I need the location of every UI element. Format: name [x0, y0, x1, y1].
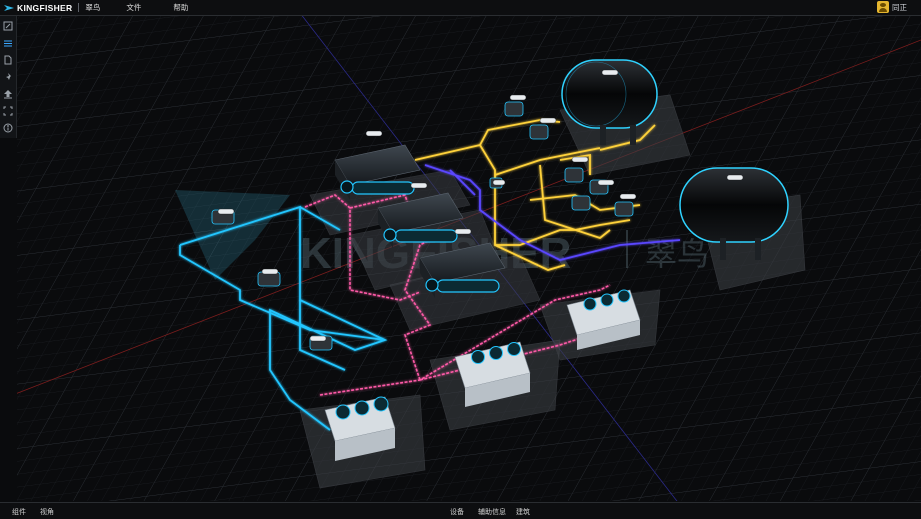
brand-name: KINGFISHER: [17, 2, 73, 13]
avatar[interactable]: [877, 1, 889, 13]
layers-tool-button[interactable]: [2, 37, 14, 49]
brand-logo[interactable]: KINGFISHER 翠鸟: [4, 0, 100, 15]
tag-pump-2: [539, 117, 557, 124]
page-icon: [4, 55, 12, 65]
info-icon: [3, 123, 13, 133]
info-tool-button[interactable]: [2, 122, 14, 134]
bottom-bar: 组件 视角 设备 辅助信息 建筑: [0, 502, 921, 519]
components-button[interactable]: 组件: [12, 507, 26, 517]
menu-help[interactable]: 帮助: [165, 2, 196, 13]
tag-chiller-2: [410, 182, 428, 189]
building-button[interactable]: 建筑: [516, 507, 530, 517]
menu-file[interactable]: 文件: [118, 2, 149, 13]
view-button[interactable]: 视角: [40, 507, 54, 517]
tag-pump-7: [261, 268, 279, 275]
tag-tank-1: [601, 69, 619, 76]
pin-tool-button[interactable]: [2, 71, 14, 83]
pin-icon: [5, 73, 11, 81]
tag-pump-4: [597, 179, 615, 186]
brand-name-cn: 翠鸟: [85, 3, 101, 12]
tag-pump-6: [217, 208, 235, 215]
kingfisher-logo-icon: [4, 4, 14, 11]
edit-icon: [3, 21, 13, 31]
tag-tank-2: [726, 174, 744, 181]
tag-pump-5: [619, 193, 637, 200]
fullscreen-tool-button[interactable]: [2, 105, 14, 117]
tag-chiller-1: [365, 130, 383, 137]
left-toolbar: [0, 16, 17, 138]
equipment-filter-button[interactable]: 设备: [450, 507, 464, 517]
top-bar: KINGFISHER 翠鸟 文件 帮助 同正: [0, 0, 921, 16]
tag-valve-1: [492, 179, 506, 186]
scene-viewport[interactable]: KINGFISHER 翠鸟: [17, 16, 921, 501]
upload-tool-button[interactable]: [2, 88, 14, 100]
user-name: 同正: [892, 2, 907, 12]
tag-pump-1: [509, 94, 527, 101]
tag-pump-3: [571, 156, 589, 163]
page-tool-button[interactable]: [2, 54, 14, 66]
user-menu[interactable]: 同正: [877, 1, 907, 13]
upload-icon: [4, 90, 12, 99]
brand-divider: [78, 3, 80, 12]
auxiliary-info-button[interactable]: 辅助信息: [478, 507, 506, 517]
fullscreen-icon: [3, 106, 13, 116]
tag-pump-8: [309, 335, 327, 342]
tag-chiller-3: [454, 228, 472, 235]
layers-icon: [4, 40, 12, 47]
edit-tool-button[interactable]: [2, 20, 14, 32]
